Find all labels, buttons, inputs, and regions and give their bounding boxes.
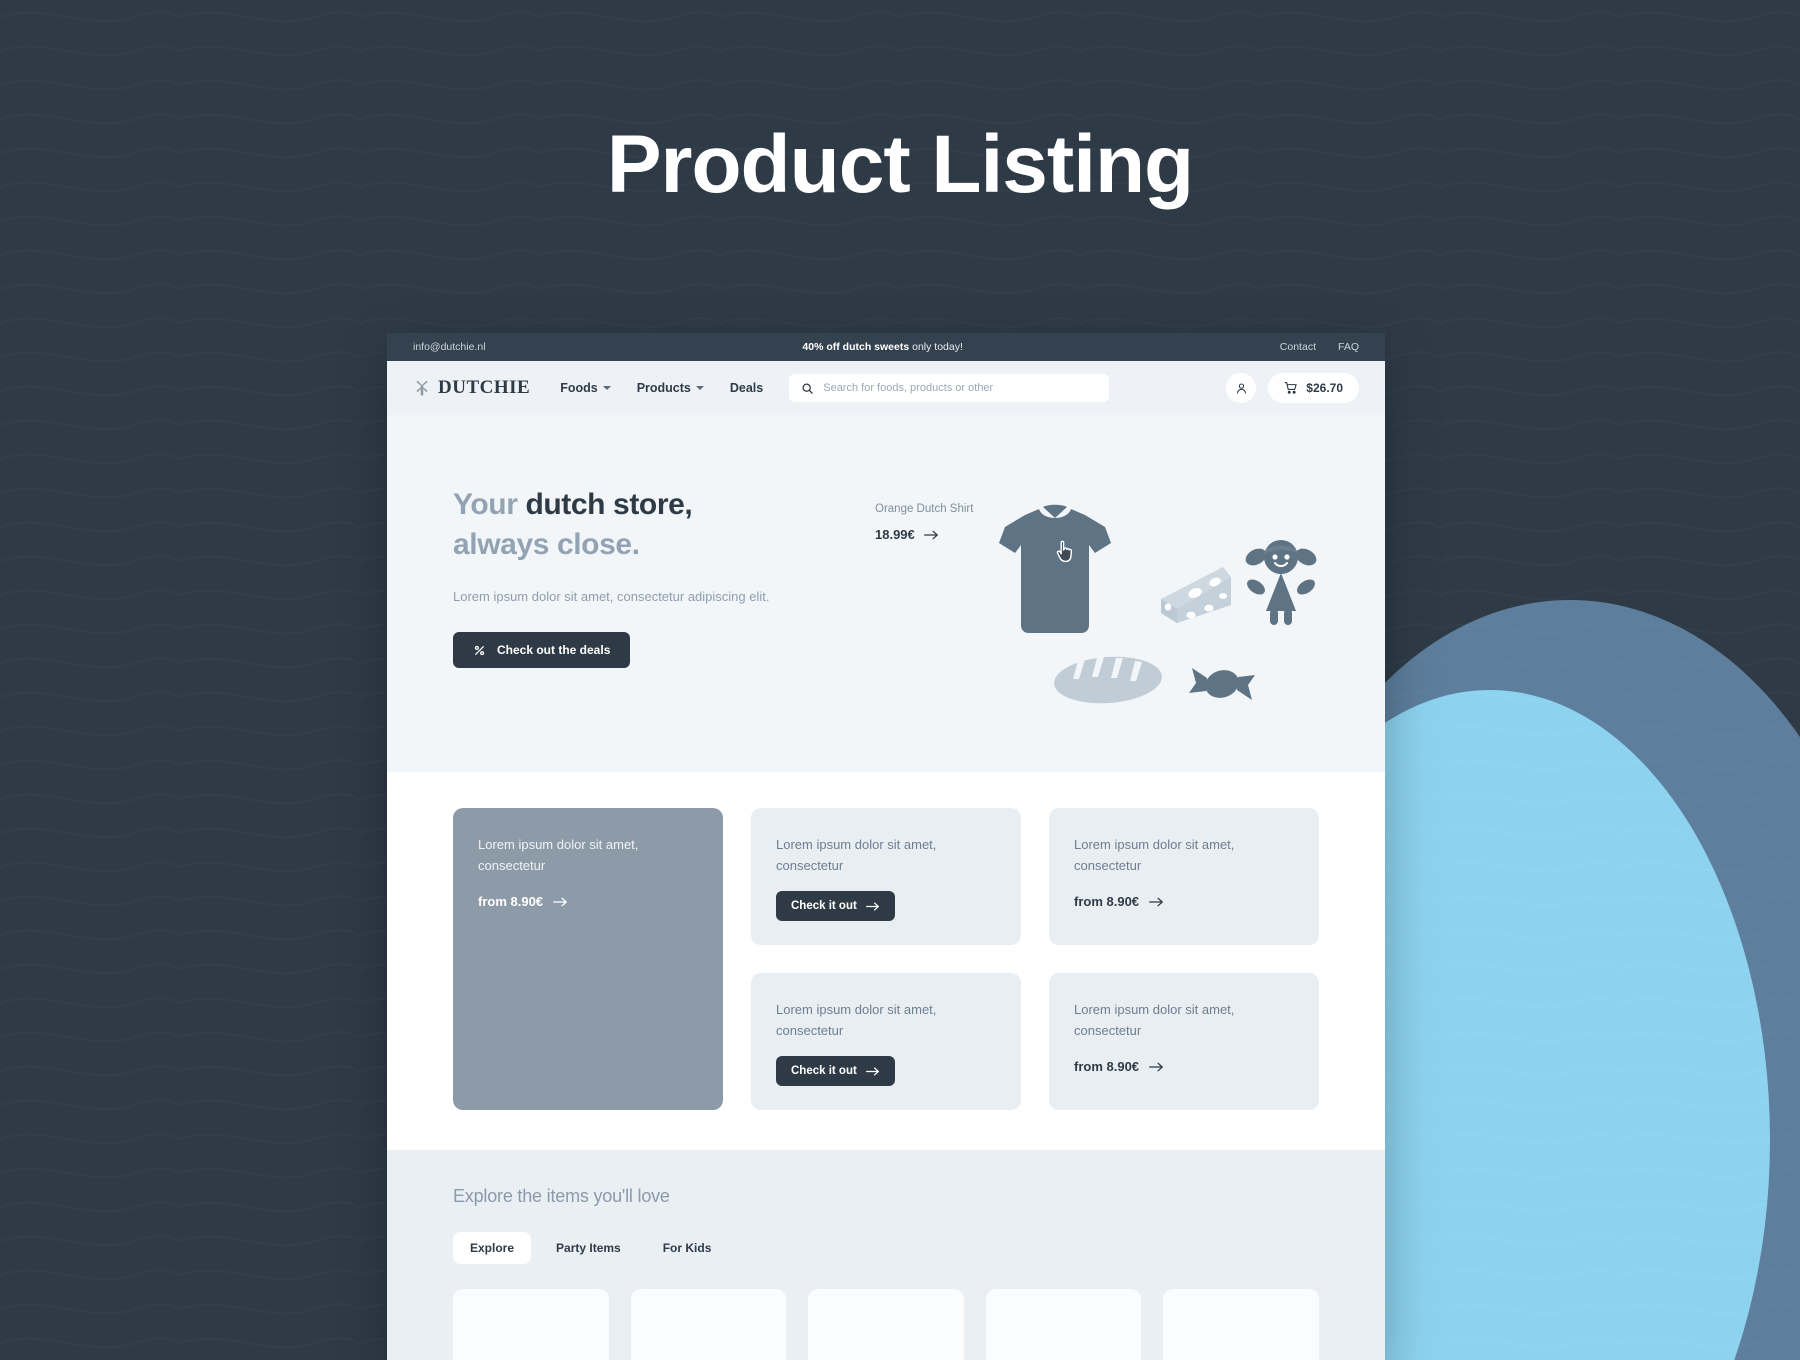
main-navbar: DUTCHIE Foods Products Deals Search for … bbox=[387, 361, 1385, 415]
contact-email[interactable]: info@dutchie.nl bbox=[413, 341, 486, 353]
explore-section: Explore the items you'll love Explore Pa… bbox=[387, 1150, 1385, 1360]
product-card-text: Lorem ipsum dolor sit amet, consectetur bbox=[1074, 1002, 1235, 1039]
topbar-link-contact[interactable]: Contact bbox=[1280, 341, 1316, 353]
arrow-right-icon bbox=[923, 530, 938, 539]
promo-message: 40% off dutch sweets only today! bbox=[486, 341, 1280, 353]
check-it-out-label: Check it out bbox=[791, 1065, 857, 1078]
hero-headline-part1: Your bbox=[453, 488, 526, 521]
nav-item-foods-label: Foods bbox=[560, 381, 598, 395]
search-icon bbox=[802, 382, 814, 394]
brand-logo[interactable]: DUTCHIE bbox=[413, 377, 530, 399]
windmill-icon bbox=[416, 380, 428, 396]
arrow-right-icon bbox=[1149, 897, 1163, 906]
check-it-out-label: Check it out bbox=[791, 900, 857, 913]
cart-icon bbox=[1284, 381, 1297, 394]
shirt-illustration[interactable] bbox=[995, 497, 1115, 637]
product-card-price-row[interactable]: from 8.90€ bbox=[1074, 1059, 1294, 1074]
check-it-out-button[interactable]: Check it out bbox=[776, 1056, 895, 1087]
search-box[interactable] bbox=[789, 374, 1110, 402]
explore-card[interactable] bbox=[808, 1289, 964, 1360]
nav-item-products[interactable]: Products bbox=[637, 381, 704, 395]
product-card-text: Lorem ipsum dolor sit amet, consectetur bbox=[1074, 837, 1235, 874]
hero-product-showcase: Orange Dutch Shirt 18.99€ bbox=[867, 485, 1347, 745]
nav-item-products-label: Products bbox=[636, 381, 691, 395]
featured-product-price-row[interactable]: 18.99€ bbox=[875, 527, 939, 542]
product-card-4[interactable]: Lorem ipsum dolor sit amet, consectetur … bbox=[751, 973, 1021, 1110]
product-card-text: Lorem ipsum dolor sit amet, consectetur bbox=[776, 1002, 937, 1039]
product-card-price: from 8.90€ bbox=[1074, 894, 1140, 910]
product-card-2[interactable]: Lorem ipsum dolor sit amet, consectetur … bbox=[751, 808, 1021, 945]
product-card-price: from 8.90€ bbox=[478, 894, 544, 910]
topbar-links: Contact FAQ bbox=[1280, 341, 1359, 353]
brand-name: DUTCHIE bbox=[438, 377, 531, 398]
page-title: Product Listing bbox=[606, 119, 1194, 210]
user-icon bbox=[1236, 382, 1246, 394]
nav-right-actions: $26.70 bbox=[1226, 373, 1359, 403]
explore-card[interactable] bbox=[985, 1289, 1142, 1360]
doll-illustration[interactable] bbox=[1242, 533, 1320, 625]
product-card-price-row[interactable]: from 8.90€ bbox=[1074, 894, 1294, 909]
hero-headline-part3: always close. bbox=[453, 527, 640, 561]
explore-heading: Explore the items you'll love bbox=[453, 1186, 670, 1206]
hero-headline-part2: dutch store, bbox=[525, 488, 693, 521]
promo-rest: only today! bbox=[909, 341, 963, 353]
account-button[interactable] bbox=[1226, 373, 1257, 403]
explore-card[interactable] bbox=[453, 1289, 609, 1360]
bread-illustration[interactable] bbox=[1052, 650, 1164, 706]
tab-for-kids[interactable]: For Kids bbox=[646, 1232, 729, 1264]
cart-amount: $26.70 bbox=[1306, 381, 1343, 395]
tab-party-items[interactable]: Party Items bbox=[539, 1232, 638, 1264]
nav-item-foods[interactable]: Foods bbox=[560, 381, 611, 395]
cart-button[interactable]: $26.70 bbox=[1268, 373, 1359, 403]
featured-product-price: 18.99€ bbox=[875, 527, 915, 542]
nav-links: Foods Products Deals bbox=[560, 381, 763, 395]
cheese-illustration[interactable] bbox=[1157, 565, 1235, 627]
nav-item-deals[interactable]: Deals bbox=[730, 381, 763, 395]
website-mockup: info@dutchie.nl 40% off dutch sweets onl… bbox=[387, 333, 1385, 1360]
featured-product-name: Orange Dutch Shirt bbox=[875, 503, 974, 515]
check-out-deals-label: Check out the deals bbox=[497, 643, 611, 658]
chevron-down-icon bbox=[602, 386, 611, 390]
check-it-out-button[interactable]: Check it out bbox=[776, 891, 895, 922]
nav-item-deals-label: Deals bbox=[729, 381, 764, 395]
promo-highlight: 40% off dutch sweets bbox=[802, 341, 910, 353]
hero-section: Your dutch store, always close. Lorem ip… bbox=[387, 415, 1385, 772]
check-out-deals-button[interactable]: Check out the deals bbox=[453, 632, 631, 669]
arrow-right-icon bbox=[1149, 1062, 1163, 1071]
product-card-text: Lorem ipsum dolor sit amet, consectetur bbox=[776, 837, 937, 874]
product-card-price: from 8.90€ bbox=[1074, 1059, 1140, 1075]
product-grid-section: Lorem ipsum dolor sit amet, consectetur … bbox=[387, 772, 1385, 1150]
search-input[interactable] bbox=[823, 382, 1098, 394]
arrow-right-icon bbox=[865, 1067, 879, 1076]
screenshot-stage: Product Listing info@dutchie.nl 40% off … bbox=[0, 0, 1800, 1360]
product-card-3[interactable]: Lorem ipsum dolor sit amet, consectetur … bbox=[1049, 808, 1319, 945]
product-card-text: Lorem ipsum dolor sit amet, consectetur bbox=[478, 837, 639, 874]
arrow-right-icon bbox=[553, 897, 567, 906]
chevron-down-icon bbox=[695, 386, 704, 390]
announcement-bar: info@dutchie.nl 40% off dutch sweets onl… bbox=[387, 333, 1385, 361]
explore-card-row bbox=[453, 1289, 1319, 1360]
product-card-5[interactable]: Lorem ipsum dolor sit amet, consectetur … bbox=[1049, 973, 1319, 1110]
product-card-featured[interactable]: Lorem ipsum dolor sit amet, consectetur … bbox=[453, 808, 723, 1110]
mouse-cursor-pointer bbox=[1056, 540, 1073, 563]
explore-tabs: Explore Party Items For Kids bbox=[453, 1232, 1319, 1264]
product-grid: Lorem ipsum dolor sit amet, consectetur … bbox=[453, 808, 1319, 1110]
product-card-price-row[interactable]: from 8.90€ bbox=[478, 894, 698, 909]
candy-illustration[interactable] bbox=[1187, 660, 1257, 708]
topbar-link-faq[interactable]: FAQ bbox=[1338, 341, 1359, 353]
arrow-right-icon bbox=[865, 902, 879, 911]
explore-card[interactable] bbox=[630, 1289, 787, 1360]
explore-card[interactable] bbox=[1163, 1289, 1319, 1360]
percent-icon bbox=[474, 645, 485, 655]
tab-explore[interactable]: Explore bbox=[453, 1232, 532, 1264]
